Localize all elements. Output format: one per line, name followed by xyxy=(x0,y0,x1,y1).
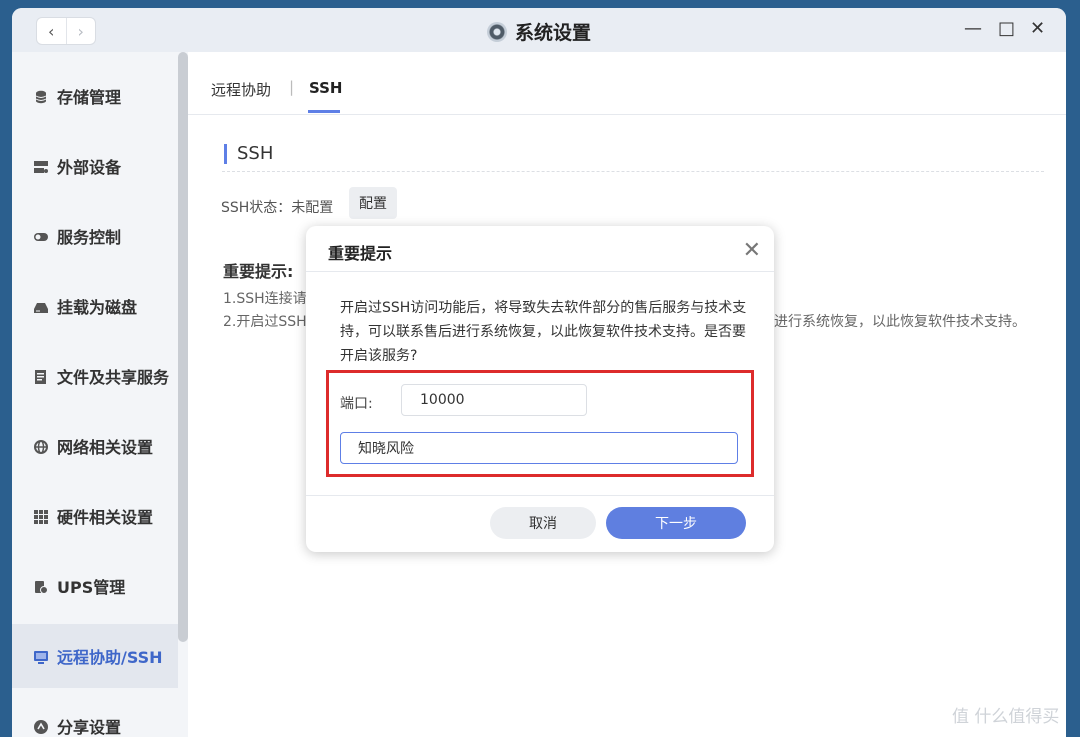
sidebar-item-label: 远程协助/SSH xyxy=(57,648,163,667)
sidebar-scrollbar[interactable] xyxy=(178,52,188,642)
dialog-title: 重要提示 xyxy=(328,244,393,263)
sidebar-item-label: 网络相关设置 xyxy=(57,438,154,457)
sidebar-item-label: UPS管理 xyxy=(57,578,126,597)
tab-remote-assist[interactable]: 远程协助 xyxy=(211,79,271,100)
title-bar: ‹ › 系统设置 — □ ✕ xyxy=(12,8,1066,52)
sidebar-item-file-sharing[interactable]: 文件及共享服务 xyxy=(12,344,178,408)
risk-acknowledge-input[interactable] xyxy=(340,432,738,464)
monitor-icon xyxy=(34,649,48,664)
sidebar-item-service-control[interactable]: 服务控制 xyxy=(12,204,178,268)
configure-button[interactable]: 配置 xyxy=(349,187,397,219)
sidebar-item-label: 服务控制 xyxy=(57,228,122,247)
cancel-button[interactable]: 取消 xyxy=(490,507,596,539)
sidebar-item-share-settings[interactable]: 分享设置 xyxy=(12,694,178,737)
sidebar-item-hardware[interactable]: 硬件相关设置 xyxy=(12,484,178,548)
close-button[interactable]: ✕ xyxy=(1030,18,1045,39)
sidebar: 存储管理 外部设备 服务控制 挂载为磁盘 文件及共享服务 网络相关设置 硬件相关… xyxy=(12,52,188,737)
close-icon[interactable]: ✕ xyxy=(743,238,761,263)
section-divider xyxy=(222,171,1044,172)
ssh-status: SSH状态：未配置 xyxy=(221,200,334,216)
sidebar-item-ups[interactable]: UPS管理 xyxy=(12,554,178,618)
notice-line-1: 1.SSH连接请 xyxy=(223,291,307,307)
sidebar-item-label: 文件及共享服务 xyxy=(57,368,170,387)
active-tab-indicator xyxy=(308,110,340,113)
sidebar-item-label: 存储管理 xyxy=(57,88,122,107)
settings-app-icon xyxy=(486,22,507,42)
dialog-footer-divider xyxy=(306,495,774,496)
sidebar-item-remote-ssh[interactable]: 远程协助/SSH xyxy=(12,624,178,688)
notice-line-2-tail: 进行系统恢复，以此恢复软件技术支持。 xyxy=(774,314,1026,330)
sidebar-item-label: 硬件相关设置 xyxy=(57,508,154,527)
port-label: 端口: xyxy=(340,396,373,412)
document-icon xyxy=(34,369,48,384)
port-input[interactable] xyxy=(401,384,587,416)
sidebar-item-label: 外部设备 xyxy=(57,158,122,177)
sidebar-item-network[interactable]: 网络相关设置 xyxy=(12,414,178,478)
sidebar-item-label: 挂载为磁盘 xyxy=(57,298,138,317)
important-notice-dialog: 重要提示 ✕ 开启过SSH访问功能后，将导致失去软件部分的售后服务与技术支持，可… xyxy=(306,226,774,552)
tab-bar: 远程协助 | SSH xyxy=(188,52,1066,115)
next-button[interactable]: 下一步 xyxy=(606,507,746,539)
window-title: 系统设置 xyxy=(12,18,1066,45)
grid-icon xyxy=(34,509,48,524)
minimize-button[interactable]: — xyxy=(964,18,982,39)
ssh-section-heading: SSH xyxy=(224,144,273,164)
tab-ssh[interactable]: SSH xyxy=(309,79,343,97)
window-title-text: 系统设置 xyxy=(514,22,591,44)
dialog-message: 开启过SSH访问功能后，将导致失去软件部分的售后服务与技术支持，可以联系售后进行… xyxy=(340,300,747,364)
server-icon xyxy=(34,159,48,173)
tab-separator: | xyxy=(289,78,295,96)
notice-title: 重要提示: xyxy=(223,262,294,281)
notice-line-2: 2.开启过SSH xyxy=(223,314,307,330)
sidebar-item-storage[interactable]: 存储管理 xyxy=(12,64,178,128)
watermark: 值 什么值得买 xyxy=(952,707,1060,727)
globe-icon xyxy=(34,439,48,454)
sidebar-item-external-devices[interactable]: 外部设备 xyxy=(12,134,178,198)
sidebar-item-mount-disk[interactable]: 挂载为磁盘 xyxy=(12,274,178,338)
battery-icon xyxy=(34,579,48,594)
sidebar-item-label: 分享设置 xyxy=(57,718,122,737)
maximize-button[interactable]: □ xyxy=(998,18,1015,39)
drive-icon xyxy=(34,299,48,313)
share-icon xyxy=(34,719,48,734)
dialog-header-divider xyxy=(306,271,774,272)
database-icon xyxy=(34,89,48,104)
toggle-icon xyxy=(34,229,48,243)
